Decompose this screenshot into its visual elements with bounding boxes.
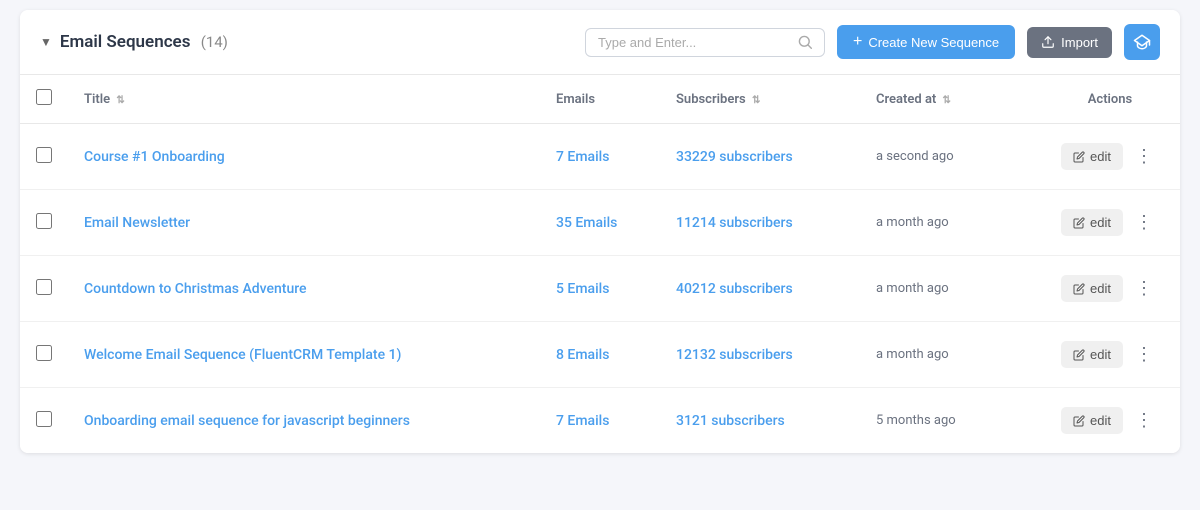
col-actions-header: Actions bbox=[1040, 75, 1180, 124]
row-emails-1: 35 Emails bbox=[540, 190, 660, 256]
upload-icon bbox=[1041, 35, 1055, 49]
import-button-label: Import bbox=[1061, 35, 1098, 50]
more-options-button-3[interactable]: ⋮ bbox=[1129, 340, 1159, 369]
row-title-3: Welcome Email Sequence (FluentCRM Templa… bbox=[68, 322, 540, 388]
more-options-button-4[interactable]: ⋮ bbox=[1129, 406, 1159, 435]
pencil-icon-0 bbox=[1073, 151, 1085, 163]
edit-button-2[interactable]: edit bbox=[1061, 275, 1123, 302]
subscribers-sort-icon: ⇅ bbox=[752, 95, 760, 106]
row-created-3: a month ago bbox=[860, 322, 1040, 388]
col-title-header[interactable]: Title ⇅ bbox=[68, 75, 540, 124]
row-checkbox-cell bbox=[20, 388, 68, 454]
more-options-button-1[interactable]: ⋮ bbox=[1129, 208, 1159, 237]
select-all-checkbox[interactable] bbox=[36, 89, 52, 105]
header: ▼ Email Sequences (14) + Create New Sequ… bbox=[20, 10, 1180, 75]
row-created-2: a month ago bbox=[860, 256, 1040, 322]
create-button-label: Create New Sequence bbox=[868, 35, 999, 50]
row-checkbox-3[interactable] bbox=[36, 345, 52, 361]
sequence-link-4[interactable]: Onboarding email sequence for javascript… bbox=[84, 413, 410, 429]
row-title-0: Course #1 Onboarding bbox=[68, 124, 540, 190]
row-subscribers-1: 11214 subscribers bbox=[660, 190, 860, 256]
more-options-button-2[interactable]: ⋮ bbox=[1129, 274, 1159, 303]
row-created-4: 5 months ago bbox=[860, 388, 1040, 454]
row-checkbox-2[interactable] bbox=[36, 279, 52, 295]
table-row: Onboarding email sequence for javascript… bbox=[20, 388, 1180, 454]
row-subscribers-4: 3121 subscribers bbox=[660, 388, 860, 454]
row-checkbox-cell bbox=[20, 124, 68, 190]
row-emails-4: 7 Emails bbox=[540, 388, 660, 454]
sequence-link-0[interactable]: Course #1 Onboarding bbox=[84, 149, 225, 165]
table-body: Course #1 Onboarding 7 Emails 33229 subs… bbox=[20, 124, 1180, 454]
row-checkbox-cell bbox=[20, 190, 68, 256]
edit-button-3[interactable]: edit bbox=[1061, 341, 1123, 368]
col-subscribers-header[interactable]: Subscribers ⇅ bbox=[660, 75, 860, 124]
chevron-down-icon[interactable]: ▼ bbox=[40, 35, 52, 49]
table-row: Countdown to Christmas Adventure 5 Email… bbox=[20, 256, 1180, 322]
pencil-icon-3 bbox=[1073, 349, 1085, 361]
created-sort-icon: ⇅ bbox=[943, 95, 951, 106]
table-container: Title ⇅ Emails Subscribers ⇅ Created at … bbox=[20, 75, 1180, 453]
row-actions-2: edit ⋮ bbox=[1040, 256, 1180, 322]
row-subscribers-0: 33229 subscribers bbox=[660, 124, 860, 190]
row-actions-4: edit ⋮ bbox=[1040, 388, 1180, 454]
create-new-sequence-button[interactable]: + Create New Sequence bbox=[837, 25, 1015, 59]
app-container: ▼ Email Sequences (14) + Create New Sequ… bbox=[20, 10, 1180, 453]
edit-button-4[interactable]: edit bbox=[1061, 407, 1123, 434]
table-header-row: Title ⇅ Emails Subscribers ⇅ Created at … bbox=[20, 75, 1180, 124]
row-created-1: a month ago bbox=[860, 190, 1040, 256]
row-checkbox-4[interactable] bbox=[36, 411, 52, 427]
import-button[interactable]: Import bbox=[1027, 27, 1112, 58]
row-checkbox-1[interactable] bbox=[36, 213, 52, 229]
row-actions-3: edit ⋮ bbox=[1040, 322, 1180, 388]
sequences-table: Title ⇅ Emails Subscribers ⇅ Created at … bbox=[20, 75, 1180, 453]
header-title-area: ▼ Email Sequences (14) bbox=[40, 32, 573, 52]
title-sort-icon: ⇅ bbox=[116, 95, 124, 106]
more-options-button-0[interactable]: ⋮ bbox=[1129, 142, 1159, 171]
row-title-1: Email Newsletter bbox=[68, 190, 540, 256]
row-actions-1: edit ⋮ bbox=[1040, 190, 1180, 256]
pencil-icon-4 bbox=[1073, 415, 1085, 427]
edit-button-0[interactable]: edit bbox=[1061, 143, 1123, 170]
row-subscribers-2: 40212 subscribers bbox=[660, 256, 860, 322]
search-input[interactable] bbox=[598, 35, 790, 50]
row-checkbox-0[interactable] bbox=[36, 147, 52, 163]
sequence-link-2[interactable]: Countdown to Christmas Adventure bbox=[84, 281, 307, 297]
table-row: Email Newsletter 35 Emails 11214 subscri… bbox=[20, 190, 1180, 256]
graduation-hat-button[interactable] bbox=[1124, 24, 1160, 60]
col-created-header[interactable]: Created at ⇅ bbox=[860, 75, 1040, 124]
row-title-4: Onboarding email sequence for javascript… bbox=[68, 388, 540, 454]
row-emails-3: 8 Emails bbox=[540, 322, 660, 388]
search-icon bbox=[798, 35, 812, 49]
row-subscribers-3: 12132 subscribers bbox=[660, 322, 860, 388]
row-emails-2: 5 Emails bbox=[540, 256, 660, 322]
title-text: Email Sequences bbox=[60, 32, 191, 52]
row-emails-0: 7 Emails bbox=[540, 124, 660, 190]
table-row: Course #1 Onboarding 7 Emails 33229 subs… bbox=[20, 124, 1180, 190]
row-title-2: Countdown to Christmas Adventure bbox=[68, 256, 540, 322]
sequence-link-1[interactable]: Email Newsletter bbox=[84, 215, 190, 231]
plus-icon: + bbox=[853, 33, 862, 51]
pencil-icon-1 bbox=[1073, 217, 1085, 229]
header-checkbox-cell bbox=[20, 75, 68, 124]
row-created-0: a second ago bbox=[860, 124, 1040, 190]
pencil-icon-2 bbox=[1073, 283, 1085, 295]
row-checkbox-cell bbox=[20, 256, 68, 322]
page-title: Email Sequences (14) bbox=[60, 32, 228, 52]
search-box bbox=[585, 28, 825, 57]
row-actions-0: edit ⋮ bbox=[1040, 124, 1180, 190]
sequence-count: (14) bbox=[201, 33, 228, 51]
sequence-link-3[interactable]: Welcome Email Sequence (FluentCRM Templa… bbox=[84, 347, 401, 363]
row-checkbox-cell bbox=[20, 322, 68, 388]
table-row: Welcome Email Sequence (FluentCRM Templa… bbox=[20, 322, 1180, 388]
col-emails-header: Emails bbox=[540, 75, 660, 124]
graduation-hat-icon bbox=[1133, 33, 1151, 51]
edit-button-1[interactable]: edit bbox=[1061, 209, 1123, 236]
